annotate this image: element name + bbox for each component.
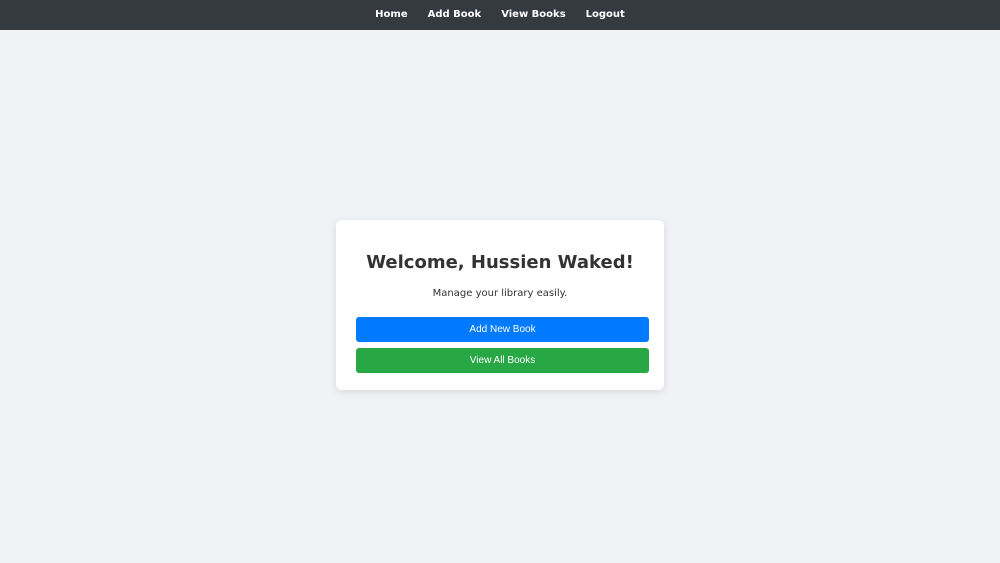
welcome-subtitle: Manage your library easily. (432, 288, 568, 299)
view-all-books-button[interactable]: View All Books (356, 348, 649, 373)
nav-logout-link[interactable]: Logout (586, 0, 625, 30)
nav-home-link[interactable]: Home (375, 0, 407, 30)
nav-view-books-link[interactable]: View Books (501, 0, 565, 30)
welcome-card: Welcome, Hussien Waked! Manage your libr… (336, 220, 664, 390)
top-navbar: Home Add Book View Books Logout (0, 0, 1000, 30)
nav-add-book-link[interactable]: Add Book (428, 0, 482, 30)
add-new-book-button[interactable]: Add New Book (356, 317, 649, 342)
welcome-title: Welcome, Hussien Waked! (366, 252, 634, 273)
